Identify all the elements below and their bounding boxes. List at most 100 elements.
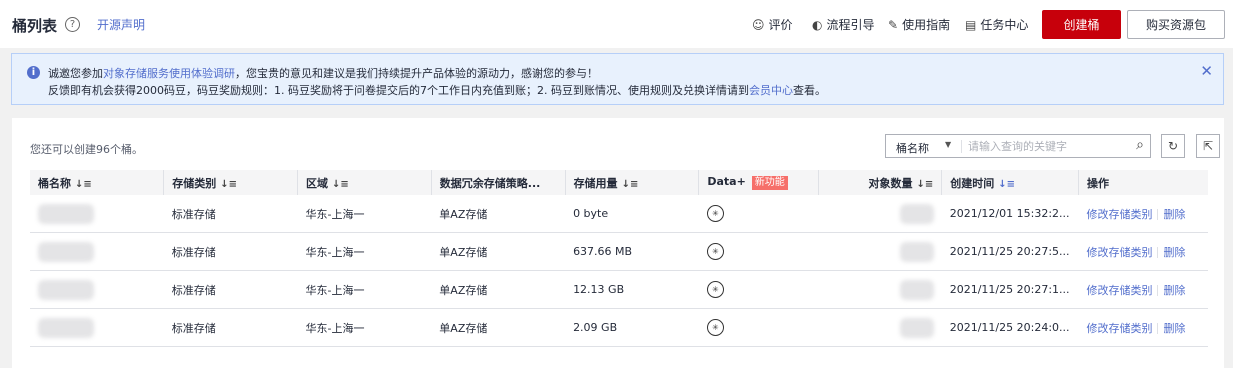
col-label: 存储用量: [573, 176, 618, 190]
storage-class-cell: 标准存储: [163, 195, 298, 233]
redacted-count: [899, 279, 934, 300]
storage-class-cell: 标准存储: [163, 308, 298, 347]
created-time-cell: 2021/11/25 20:27:1...: [941, 270, 1079, 309]
col-object-count[interactable]: 对象数量 ↓≡: [818, 170, 943, 195]
region-cell: 华东-上海一: [297, 270, 432, 309]
storage-class-cell: 标准存储: [163, 270, 298, 309]
col-label: 存储类别: [172, 176, 217, 190]
sort-desc-icon[interactable]: ↓≡: [998, 179, 1015, 190]
user-guide-label: 使用指南: [902, 18, 951, 32]
sort-icon[interactable]: ↓≡: [220, 179, 237, 190]
col-usage[interactable]: 存储用量 ↓≡: [565, 170, 700, 195]
col-actions: 操作: [1078, 170, 1208, 195]
sort-icon[interactable]: ↓≡: [622, 179, 639, 190]
data-plus-icon[interactable]: ✳: [706, 205, 724, 222]
storage-class-cell: 标准存储: [163, 232, 298, 271]
buy-package-button[interactable]: 购买资源包: [1127, 10, 1225, 39]
search-field-select[interactable]: 桶名称: [896, 140, 929, 156]
table-row: 标准存储 华东-上海一 单AZ存储 2.09 GB ✳ 2021/11/25 2…: [30, 308, 1208, 347]
col-label: 区域: [306, 176, 329, 190]
divider: [1157, 285, 1159, 296]
data-plus-cell: ✳: [698, 308, 819, 347]
usage-cell: 0 byte: [565, 195, 699, 233]
notice-text: 反馈即有机会获得2000码豆，码豆奖励规则：1. 码豆奖励将于问卷提交后的7个工…: [48, 84, 749, 97]
divider: [1157, 247, 1159, 258]
change-storage-class-link[interactable]: 修改存储类别: [1086, 208, 1152, 221]
col-label: Data+: [707, 175, 746, 188]
question-circle-icon[interactable]: ?: [65, 17, 80, 32]
redacted-name: [38, 241, 94, 262]
open-source-link[interactable]: 开源声明: [97, 16, 145, 33]
bucket-name-cell[interactable]: [30, 270, 164, 309]
col-created-time[interactable]: 创建时间 ↓≡: [941, 170, 1079, 195]
redundancy-cell: 单AZ存储: [431, 195, 566, 233]
close-icon[interactable]: ✕: [1200, 62, 1213, 80]
object-count-cell: [818, 195, 942, 233]
delete-link[interactable]: 删除: [1163, 322, 1185, 335]
notice-text: 查看。: [792, 84, 826, 97]
search-icon[interactable]: ⌕: [1136, 137, 1144, 153]
member-center-link[interactable]: 会员中心: [749, 84, 793, 97]
page-header: 桶列表 ? 开源声明 ☺ 评价 ◐ 流程引导 ✎ 使用指南 ▤ 任务中心 创建桶…: [0, 0, 1233, 48]
eye-off-icon: ◐: [812, 17, 823, 32]
data-plus-icon[interactable]: ✳: [706, 319, 724, 336]
divider: [1157, 209, 1159, 220]
col-label: 桶名称: [38, 176, 71, 190]
clipboard-icon: ▤: [965, 17, 977, 32]
bucket-name-cell[interactable]: [30, 308, 164, 347]
change-storage-class-link[interactable]: 修改存储类别: [1086, 322, 1152, 335]
smile-icon: ☺: [752, 17, 765, 32]
delete-link[interactable]: 删除: [1163, 284, 1185, 297]
created-time-cell: 2021/12/01 15:32:2...: [941, 195, 1079, 233]
redacted-name: [38, 203, 94, 224]
table-row: 标准存储 华东-上海一 单AZ存储 12.13 GB ✳ 2021/11/25 …: [30, 270, 1208, 309]
sort-icon[interactable]: ↓≡: [916, 179, 933, 190]
col-label: 对象数量: [868, 176, 913, 190]
refresh-button[interactable]: ↻: [1161, 134, 1185, 158]
sort-icon[interactable]: ↓≡: [332, 179, 349, 190]
edit-icon: ✎: [888, 17, 899, 32]
divider: [961, 140, 962, 153]
bucket-table: 桶名称 ↓≡ 存储类别 ↓≡ 区域 ↓≡ 数据冗余存储策略... 存储用量 ↓≡ Dat…: [30, 170, 1208, 347]
process-guide-button[interactable]: ◐ 流程引导: [812, 16, 875, 33]
created-time-cell: 2021/11/25 20:24:0...: [941, 308, 1079, 347]
create-bucket-button[interactable]: 创建桶: [1042, 10, 1121, 39]
bucket-name-cell[interactable]: [30, 232, 164, 271]
object-count-cell: [818, 308, 942, 347]
user-guide-button[interactable]: ✎ 使用指南: [888, 16, 950, 33]
delete-link[interactable]: 删除: [1163, 208, 1185, 221]
export-button[interactable]: ⇱: [1196, 134, 1220, 158]
col-bucket-name[interactable]: 桶名称 ↓≡: [30, 170, 165, 195]
divider: [1157, 323, 1159, 334]
data-plus-cell: ✳: [698, 270, 819, 309]
actions-cell: 修改存储类别 删除: [1078, 232, 1208, 271]
col-region[interactable]: 区域 ↓≡: [297, 170, 432, 195]
survey-link[interactable]: 对象存储服务使用体验调研: [103, 67, 235, 80]
bucket-name-cell[interactable]: [30, 195, 164, 233]
usage-cell: 2.09 GB: [565, 308, 699, 347]
usage-cell: 637.66 MB: [565, 232, 699, 271]
notice-line-1: 诚邀您参加对象存储服务使用体验调研，您宝贵的意见和建议是我们持续提升产品体验的源…: [48, 65, 598, 81]
notice-line-2: 反馈即有机会获得2000码豆，码豆奖励规则：1. 码豆奖励将于问卷提交后的7个工…: [48, 82, 826, 98]
search-input[interactable]: [968, 137, 1118, 155]
col-storage-class[interactable]: 存储类别 ↓≡: [163, 170, 299, 195]
feedback-label: 评价: [768, 18, 793, 32]
feedback-button[interactable]: ☺ 评价: [752, 16, 793, 33]
caret-down-icon[interactable]: ▼: [945, 140, 951, 149]
object-count-cell: [818, 270, 942, 309]
data-plus-icon[interactable]: ✳: [706, 243, 724, 260]
actions-cell: 修改存储类别 删除: [1078, 308, 1208, 347]
delete-link[interactable]: 删除: [1163, 246, 1185, 259]
sort-icon[interactable]: ↓≡: [75, 179, 92, 190]
quota-text: 您还可以创建96个桶。: [30, 143, 143, 156]
change-storage-class-link[interactable]: 修改存储类别: [1086, 246, 1152, 259]
redacted-name: [38, 317, 94, 338]
data-plus-icon[interactable]: ✳: [706, 281, 724, 298]
page-title: 桶列表: [12, 17, 58, 35]
change-storage-class-link[interactable]: 修改存储类别: [1086, 284, 1152, 297]
notice-text: 诚邀您参加: [48, 67, 103, 80]
col-label: 数据冗余存储策略...: [439, 176, 541, 190]
table-row: 标准存储 华东-上海一 单AZ存储 637.66 MB ✳ 2021/11/25…: [30, 232, 1208, 271]
export-icon: ⇱: [1202, 139, 1214, 153]
task-center-button[interactable]: ▤ 任务中心: [965, 16, 1028, 33]
